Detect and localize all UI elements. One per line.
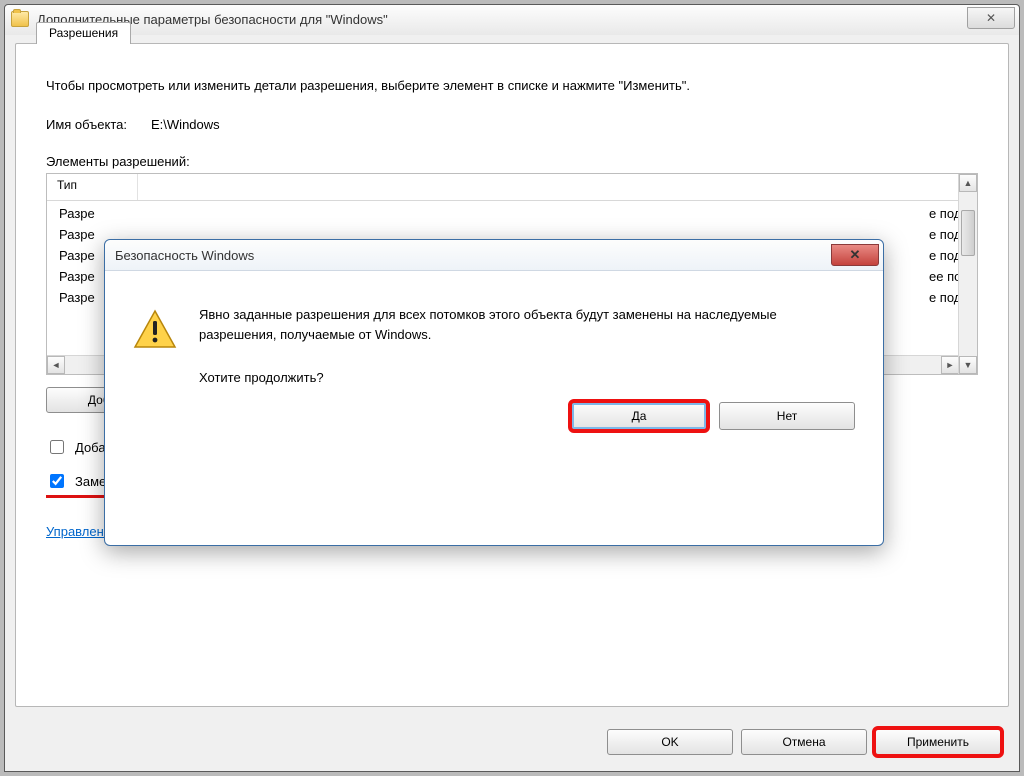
modal-question: Хотите продолжить? bbox=[199, 368, 855, 388]
modal-titlebar[interactable]: Безопасность Windows ✕ bbox=[105, 240, 883, 271]
object-label: Имя объекта: bbox=[46, 117, 127, 132]
modal-title: Безопасность Windows bbox=[115, 248, 254, 263]
replace-child-checkbox[interactable] bbox=[50, 474, 64, 488]
dialog-buttons: OK Отмена Применить bbox=[607, 729, 1001, 755]
ok-button[interactable]: OK bbox=[607, 729, 733, 755]
close-icon: ✕ bbox=[850, 247, 861, 263]
object-value: E:\Windows bbox=[151, 117, 220, 132]
object-row: Имя объекта: E:\Windows bbox=[46, 117, 978, 132]
scroll-down-icon[interactable]: ▼ bbox=[959, 356, 977, 374]
modal-text: Явно заданные разрешения для всех потомк… bbox=[199, 305, 855, 388]
list-label: Элементы разрешений: bbox=[46, 154, 978, 169]
apply-button[interactable]: Применить bbox=[875, 729, 1001, 755]
close-icon: ✕ bbox=[986, 11, 996, 25]
col-type[interactable]: Тип bbox=[47, 174, 138, 200]
table-row[interactable]: Разрее под. bbox=[47, 203, 977, 224]
intro-text: Чтобы просмотреть или изменить детали ра… bbox=[46, 78, 978, 93]
confirm-dialog: Безопасность Windows ✕ Явно заданные раз… bbox=[104, 239, 884, 546]
vertical-scrollbar[interactable]: ▲ ▼ bbox=[958, 174, 977, 374]
list-header: Тип bbox=[47, 174, 977, 201]
tab-permissions[interactable]: Разрешения bbox=[36, 22, 131, 44]
tab-label: Разрешения bbox=[49, 26, 118, 40]
yes-button[interactable]: Да bbox=[571, 402, 707, 430]
no-button[interactable]: Нет bbox=[719, 402, 855, 430]
modal-message: Явно заданные разрешения для всех потомк… bbox=[199, 305, 855, 344]
titlebar[interactable]: Дополнительные параметры безопасности дл… bbox=[5, 5, 1019, 33]
cancel-button[interactable]: Отмена bbox=[741, 729, 867, 755]
inherit-from-parent-checkbox[interactable] bbox=[50, 440, 64, 454]
close-button[interactable]: ✕ bbox=[967, 7, 1015, 29]
folder-icon bbox=[11, 11, 29, 27]
scroll-thumb[interactable] bbox=[961, 210, 975, 256]
modal-close-button[interactable]: ✕ bbox=[831, 244, 879, 266]
modal-buttons: Да Нет bbox=[105, 398, 883, 450]
scroll-right-icon[interactable]: ► bbox=[941, 356, 959, 374]
scroll-left-icon[interactable]: ◄ bbox=[47, 356, 65, 374]
scroll-up-icon[interactable]: ▲ bbox=[959, 174, 977, 192]
modal-body: Явно заданные разрешения для всех потомк… bbox=[105, 271, 883, 398]
warning-icon bbox=[133, 309, 177, 349]
tabstrip: Разрешения bbox=[36, 22, 131, 44]
